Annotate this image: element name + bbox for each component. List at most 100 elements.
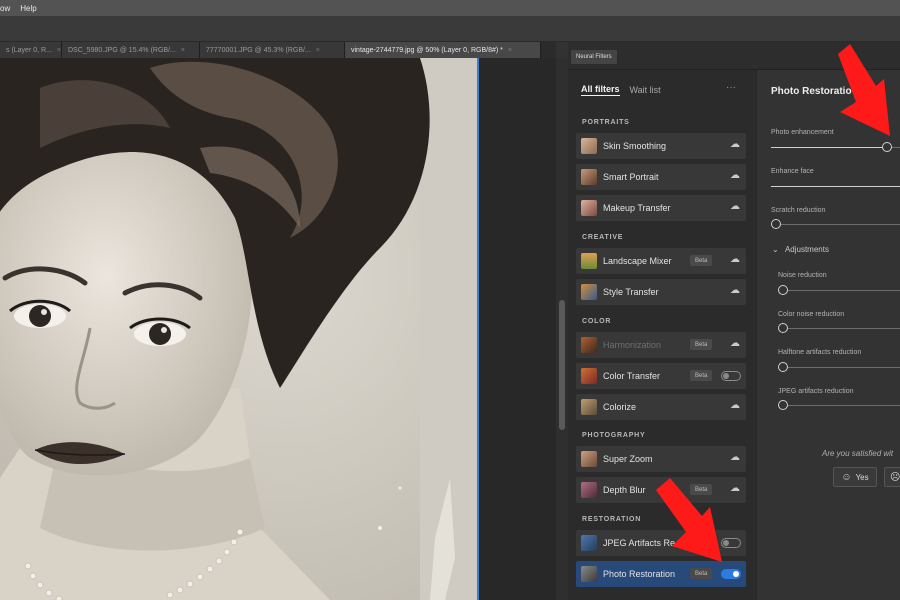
- jpeg-reduction-slider[interactable]: [778, 405, 900, 406]
- menu-bar: ow Help: [0, 0, 900, 16]
- beta-badge: Beta: [690, 568, 713, 579]
- makeup-transfer-thumbnail-icon: [581, 200, 597, 216]
- filter-label: Landscape Mixer: [603, 256, 672, 266]
- close-icon[interactable]: ×: [316, 47, 320, 54]
- document-canvas[interactable]: [0, 58, 477, 600]
- halftone-reduction-slider-knob[interactable]: [778, 362, 788, 372]
- adjustments-label: Adjustments: [784, 245, 829, 254]
- enhance-face-label: Enhance face: [771, 168, 814, 175]
- harmonization-thumbnail-icon: [581, 337, 597, 353]
- photo-restoration-toggle[interactable]: [721, 569, 741, 579]
- document-tab-label: DSC_5980.JPG @ 15.4% (RGB/...: [68, 46, 176, 54]
- landscape-mixer-thumbnail-icon: [581, 253, 597, 269]
- yes-label: Yes: [855, 472, 869, 482]
- cloud-download-icon[interactable]: ☁: [730, 452, 740, 463]
- document-tab[interactable]: 77770001.JPG @ 45.3% (RGB/... ×: [200, 42, 345, 58]
- photo-restoration-thumbnail-icon: [581, 566, 597, 582]
- cloud-download-icon[interactable]: ☁: [730, 254, 740, 265]
- more-options-icon[interactable]: ···: [726, 82, 736, 93]
- menu-item-window[interactable]: ow: [0, 4, 10, 13]
- vintage-portrait-image: [0, 58, 477, 600]
- red-annotation-arrow-icon: [656, 478, 722, 562]
- color-noise-reduction-label: Color noise reduction: [778, 311, 845, 318]
- cloud-download-icon[interactable]: ☁: [730, 201, 740, 212]
- photo-enhancement-slider-knob[interactable]: [882, 142, 892, 152]
- photo-enhancement-label: Photo enhancement: [771, 129, 834, 136]
- filter-label: Smart Portrait: [603, 172, 659, 182]
- filter-label: Colorize: [603, 402, 637, 412]
- filter-list-tabs: All filters Wait list: [581, 84, 671, 96]
- close-icon[interactable]: ×: [57, 47, 61, 54]
- pasteboard: [479, 58, 556, 600]
- feedback-no-button[interactable]: ☹: [884, 467, 900, 487]
- document-tab-label: s (Layer 0, R...: [6, 46, 52, 54]
- filter-label: Style Transfer: [603, 287, 659, 297]
- filter-label: Makeup Transfer: [603, 203, 671, 213]
- scratch-reduction-label: Scratch reduction: [771, 207, 826, 214]
- skin-smoothing-thumbnail-icon: [581, 138, 597, 154]
- scratch-reduction-slider-knob[interactable]: [771, 219, 781, 229]
- color-noise-reduction-slider[interactable]: [778, 328, 900, 329]
- close-icon[interactable]: ×: [181, 47, 185, 54]
- category-photography: PHOTOGRAPHY: [582, 432, 646, 439]
- feedback-yes-button[interactable]: ☺ Yes: [833, 467, 877, 487]
- color-transfer-toggle[interactable]: [721, 371, 741, 381]
- category-color: COLOR: [582, 318, 612, 325]
- cloud-download-icon[interactable]: ☁: [730, 338, 740, 349]
- smart-portrait-thumbnail-icon: [581, 169, 597, 185]
- filter-item-super-zoom[interactable]: Super Zoom ☁: [576, 446, 746, 472]
- cloud-download-icon[interactable]: ☁: [730, 285, 740, 296]
- filter-item-style-transfer[interactable]: Style Transfer ☁: [576, 279, 746, 305]
- scrollbar-thumb[interactable]: [559, 300, 565, 430]
- red-annotation-arrow-icon: [838, 44, 890, 136]
- cloud-download-icon[interactable]: ☁: [730, 139, 740, 150]
- filter-item-smart-portrait[interactable]: Smart Portrait ☁: [576, 164, 746, 190]
- filter-item-colorize[interactable]: Colorize ☁: [576, 394, 746, 420]
- beta-badge: Beta: [690, 339, 713, 350]
- document-tab-active[interactable]: vintage-2744779.jpg @ 50% (Layer 0, RGB/…: [345, 42, 541, 58]
- category-portraits: PORTRAITS: [582, 119, 630, 126]
- adjustments-section[interactable]: ⌄ Adjustments: [772, 245, 829, 254]
- depth-blur-thumbnail-icon: [581, 482, 597, 498]
- smile-icon: ☺: [841, 471, 852, 483]
- jpeg-reduction-slider-knob[interactable]: [778, 400, 788, 410]
- filter-label: Super Zoom: [603, 454, 653, 464]
- menu-item-help[interactable]: Help: [20, 4, 36, 13]
- color-noise-reduction-slider-knob[interactable]: [778, 323, 788, 333]
- document-tab[interactable]: s (Layer 0, R... ×: [0, 42, 62, 58]
- filter-settings-panel: [756, 70, 900, 600]
- document-tab[interactable]: DSC_5980.JPG @ 15.4% (RGB/... ×: [62, 42, 200, 58]
- color-transfer-thumbnail-icon: [581, 368, 597, 384]
- close-icon[interactable]: ×: [508, 47, 512, 54]
- tab-all-filters[interactable]: All filters: [581, 84, 620, 96]
- category-restoration: RESTORATION: [582, 516, 642, 523]
- filter-item-harmonization[interactable]: Harmonization Beta ☁: [576, 332, 746, 358]
- feedback-question: Are you satisfied wit: [822, 449, 894, 458]
- filter-item-landscape-mixer[interactable]: Landscape Mixer Beta ☁: [576, 248, 746, 274]
- halftone-reduction-slider[interactable]: [778, 367, 900, 368]
- scratch-reduction-slider[interactable]: [771, 224, 900, 225]
- filter-item-skin-smoothing[interactable]: Skin Smoothing ☁: [576, 133, 746, 159]
- photo-enhancement-slider-fill: [771, 147, 887, 148]
- tab-wait-list[interactable]: Wait list: [630, 85, 661, 95]
- options-bar: [0, 16, 900, 42]
- style-transfer-thumbnail-icon: [581, 284, 597, 300]
- chevron-down-icon: ⌄: [772, 245, 779, 254]
- jpeg-artifacts-thumbnail-icon: [581, 535, 597, 551]
- noise-reduction-slider-knob[interactable]: [778, 285, 788, 295]
- super-zoom-thumbnail-icon: [581, 451, 597, 467]
- filter-item-color-transfer[interactable]: Color Transfer Beta: [576, 363, 746, 389]
- document-tab-label: vintage-2744779.jpg @ 50% (Layer 0, RGB/…: [351, 46, 503, 54]
- category-creative: CREATIVE: [582, 234, 624, 241]
- noise-reduction-slider[interactable]: [778, 290, 900, 291]
- neural-filters-panel-tab[interactable]: Neural Filters: [571, 50, 617, 64]
- filter-item-makeup-transfer[interactable]: Makeup Transfer ☁: [576, 195, 746, 221]
- cloud-download-icon[interactable]: ☁: [730, 400, 740, 411]
- beta-badge: Beta: [690, 370, 713, 381]
- enhance-face-slider-fill: [771, 186, 900, 187]
- frown-icon: ☹: [890, 471, 900, 483]
- jpeg-reduction-label: JPEG artifacts reduction: [778, 388, 854, 395]
- colorize-thumbnail-icon: [581, 399, 597, 415]
- document-tab-bar: s (Layer 0, R... × DSC_5980.JPG @ 15.4% …: [0, 42, 556, 58]
- cloud-download-icon[interactable]: ☁: [730, 170, 740, 181]
